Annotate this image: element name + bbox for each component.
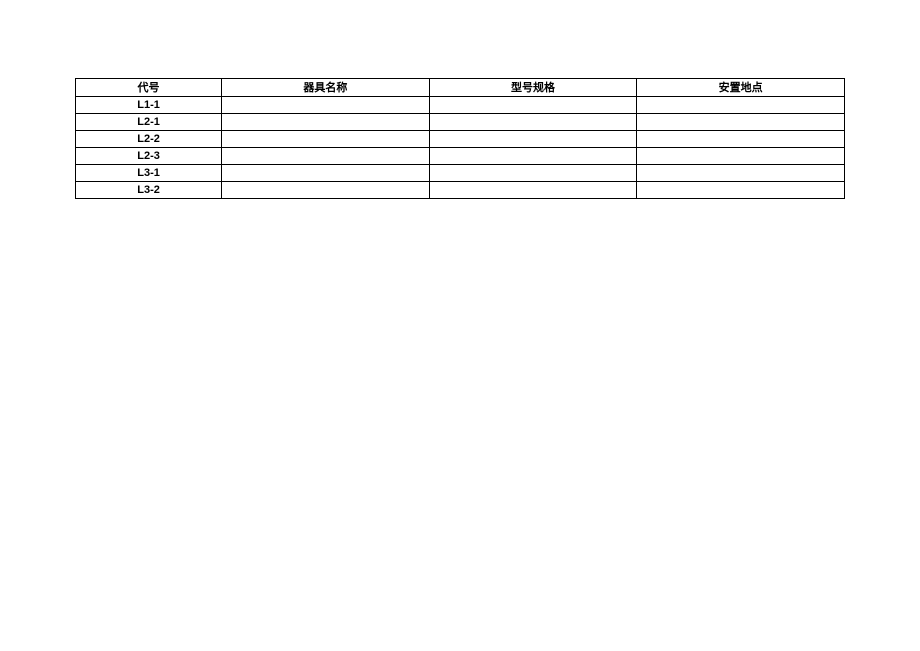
col-header-location: 安置地点	[637, 79, 845, 97]
cell-loc	[637, 114, 845, 131]
cell-spec	[429, 148, 637, 165]
table-row: L2-1	[76, 114, 845, 131]
cell-loc	[637, 165, 845, 182]
col-header-spec: 型号规格	[429, 79, 637, 97]
cell-name	[222, 165, 430, 182]
equipment-table: 代号 器具名称 型号规格 安置地点 L1-1 L2-1 L2-2 L2-3	[75, 78, 845, 199]
cell-spec	[429, 114, 637, 131]
cell-code: L2-2	[76, 131, 222, 148]
cell-spec	[429, 131, 637, 148]
cell-code: L1-1	[76, 97, 222, 114]
cell-spec	[429, 165, 637, 182]
col-header-code: 代号	[76, 79, 222, 97]
cell-name	[222, 148, 430, 165]
cell-name	[222, 182, 430, 199]
cell-code: L2-1	[76, 114, 222, 131]
cell-spec	[429, 97, 637, 114]
cell-name	[222, 97, 430, 114]
cell-code: L3-1	[76, 165, 222, 182]
table-row: L2-3	[76, 148, 845, 165]
table-row: L3-1	[76, 165, 845, 182]
cell-name	[222, 131, 430, 148]
table-row: L3-2	[76, 182, 845, 199]
cell-name	[222, 114, 430, 131]
col-header-name: 器具名称	[222, 79, 430, 97]
cell-code: L3-2	[76, 182, 222, 199]
table-row: L2-2	[76, 131, 845, 148]
cell-loc	[637, 97, 845, 114]
table-row: L1-1	[76, 97, 845, 114]
cell-loc	[637, 148, 845, 165]
cell-loc	[637, 182, 845, 199]
cell-loc	[637, 131, 845, 148]
cell-code: L2-3	[76, 148, 222, 165]
cell-spec	[429, 182, 637, 199]
table-header-row: 代号 器具名称 型号规格 安置地点	[76, 79, 845, 97]
